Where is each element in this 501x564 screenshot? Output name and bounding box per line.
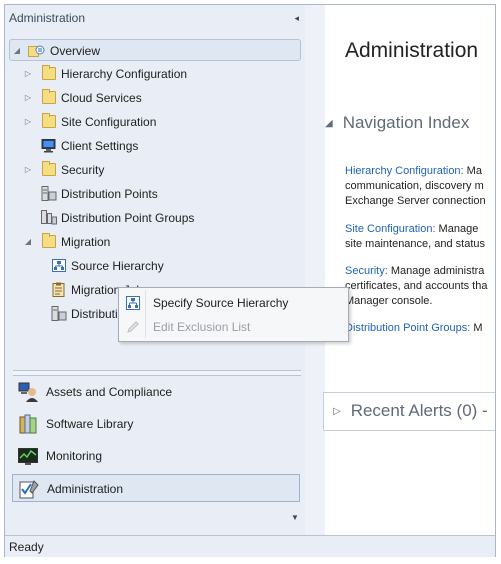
overview-icon	[28, 45, 45, 57]
console-window: Administration ◂ ◢ Overview ▷ Hierarchy …	[4, 4, 496, 557]
collapse-pane-button[interactable]: ◂	[294, 5, 299, 31]
workspace-administration[interactable]: Administration	[12, 474, 300, 502]
monitoring-icon	[18, 448, 38, 465]
software-library-icon	[19, 414, 37, 434]
tree-node-migration[interactable]: ◢ Migration	[5, 231, 301, 253]
navigation-pane-header: Administration ◂	[5, 5, 305, 31]
folder-icon	[42, 161, 56, 176]
pencil-icon	[127, 321, 139, 333]
tree-node-distribution-points[interactable]: Distribution Points	[5, 183, 301, 205]
folder-icon	[42, 233, 56, 248]
tree-node-label: Overview	[50, 44, 101, 58]
folder-icon	[42, 89, 56, 104]
collapse-arrow-icon[interactable]: ◢	[23, 231, 33, 253]
tree-node-distribution-point-groups[interactable]: Distribution Point Groups	[5, 207, 301, 229]
workspace-label: Monitoring	[46, 449, 103, 463]
tree-node-label: Cloud Services	[61, 91, 142, 105]
workspace-splitter[interactable]	[13, 370, 301, 376]
nav-entry-site-configuration: Site Configuration: Manage site maintena…	[345, 222, 495, 252]
recent-alerts-header[interactable]: ▷ Recent Alerts (0) -	[333, 401, 488, 421]
nav-entry-hierarchy-configuration: Hierarchy Configuration: Ma communicatio…	[345, 164, 495, 209]
nav-entry-security: Security: Manage administra certificates…	[345, 264, 495, 309]
menu-item-label: Edit Exclusion List	[153, 320, 251, 334]
section-title: Recent Alerts (0) -	[350, 401, 488, 420]
tree-node-overview[interactable]: ◢ Overview	[9, 39, 301, 61]
status-bar: Ready	[5, 535, 495, 557]
context-menu: Specify Source Hierarchy Edit Exclusion …	[118, 287, 349, 342]
navigation-index-header[interactable]: ◢ Navigation Index	[325, 113, 469, 133]
hierarchy-icon	[126, 296, 140, 310]
nav-entry-text: Manager console.	[345, 295, 433, 307]
tree-node-label: Distribution Point Groups	[61, 211, 195, 225]
security-link[interactable]: Security:	[345, 265, 388, 277]
nav-entry-text: M	[470, 322, 483, 334]
tree-node-label: Migration	[61, 235, 111, 249]
status-text: Ready	[9, 540, 44, 554]
nav-entry-text: communication, discovery m	[345, 180, 484, 192]
nav-entry-distribution-point-groups: Distribution Point Groups: M	[345, 321, 495, 336]
administration-icon	[19, 480, 39, 499]
scroll-down-arrow-icon[interactable]: ▼	[291, 513, 299, 522]
tree-node-client-settings[interactable]: Client Settings	[5, 135, 301, 157]
hierarchy-configuration-link[interactable]: Hierarchy Configuration:	[345, 165, 464, 177]
navigation-pane-title: Administration	[9, 11, 86, 25]
distribution-points-icon	[41, 186, 57, 201]
tree-node-label: Site Configuration	[61, 115, 157, 129]
distribution-point-groups-icon	[41, 210, 57, 225]
workspace-monitoring[interactable]: Monitoring	[12, 442, 300, 470]
nav-entry-text: Ma	[463, 165, 482, 177]
source-hierarchy-icon	[52, 259, 66, 272]
workspace-label: Software Library	[46, 417, 134, 431]
nav-entry-text: Exchange Server connection	[345, 195, 486, 207]
tree-node-label: Source Hierarchy	[71, 259, 164, 273]
tree-node-security[interactable]: ▷ Security	[5, 159, 301, 181]
nav-entry-text: Manage administra	[387, 265, 485, 277]
workspace-assets-and-compliance[interactable]: Assets and Compliance	[12, 378, 300, 406]
tree-node-label: Hierarchy Configuration	[61, 67, 188, 81]
tree-node-hierarchy-configuration[interactable]: ▷ Hierarchy Configuration	[5, 63, 301, 85]
site-configuration-link[interactable]: Site Configuration:	[345, 223, 436, 235]
section-title: Navigation Index	[342, 113, 470, 132]
tree-node-source-hierarchy[interactable]: Source Hierarchy	[5, 255, 301, 277]
expand-arrow-icon[interactable]: ▷	[23, 159, 33, 181]
tree-node-label: Security	[61, 163, 105, 177]
content-pane: Administration ◢ Navigation Index Hierarc…	[305, 5, 495, 535]
menu-item-specify-source-hierarchy[interactable]: Specify Source Hierarchy	[121, 292, 345, 314]
page-title: Administration	[345, 39, 479, 62]
distribution-point-groups-link[interactable]: Distribution Point Groups:	[345, 322, 470, 334]
folder-icon	[42, 113, 56, 128]
expand-arrow-icon[interactable]: ▷	[333, 406, 341, 417]
tree-node-label: Client Settings	[61, 139, 139, 153]
collapse-arrow-icon[interactable]: ◢	[325, 118, 333, 129]
workspace-software-library[interactable]: Software Library	[12, 410, 300, 438]
expand-arrow-icon[interactable]: ▷	[23, 87, 33, 109]
tree-node-cloud-services[interactable]: ▷ Cloud Services	[5, 87, 301, 109]
menu-item-edit-exclusion-list[interactable]: Edit Exclusion List	[121, 316, 345, 338]
assets-compliance-icon	[18, 382, 38, 402]
workspace-label: Assets and Compliance	[46, 385, 173, 399]
navigation-pane: Administration ◂ ◢ Overview ▷ Hierarchy …	[5, 5, 306, 535]
expand-arrow-icon[interactable]: ▷	[23, 111, 33, 133]
expand-arrow-icon[interactable]: ▷	[23, 63, 33, 85]
client-settings-icon	[41, 139, 56, 153]
tree-node-site-configuration[interactable]: ▷ Site Configuration	[5, 111, 301, 133]
migration-jobs-icon	[52, 282, 65, 297]
workspace-label: Administration	[47, 482, 124, 496]
nav-entry-text: certificates, and accounts tha	[345, 280, 488, 292]
nav-entry-text: site maintenance, and status	[345, 238, 486, 250]
folder-icon	[42, 65, 56, 80]
collapse-arrow-icon[interactable]: ◢	[12, 40, 22, 62]
distribution-point-upgrades-icon	[51, 306, 67, 321]
nav-entry-text: Manage	[435, 223, 479, 235]
tree-node-label: Distribution Points	[61, 187, 158, 201]
menu-item-label: Specify Source Hierarchy	[153, 296, 289, 310]
